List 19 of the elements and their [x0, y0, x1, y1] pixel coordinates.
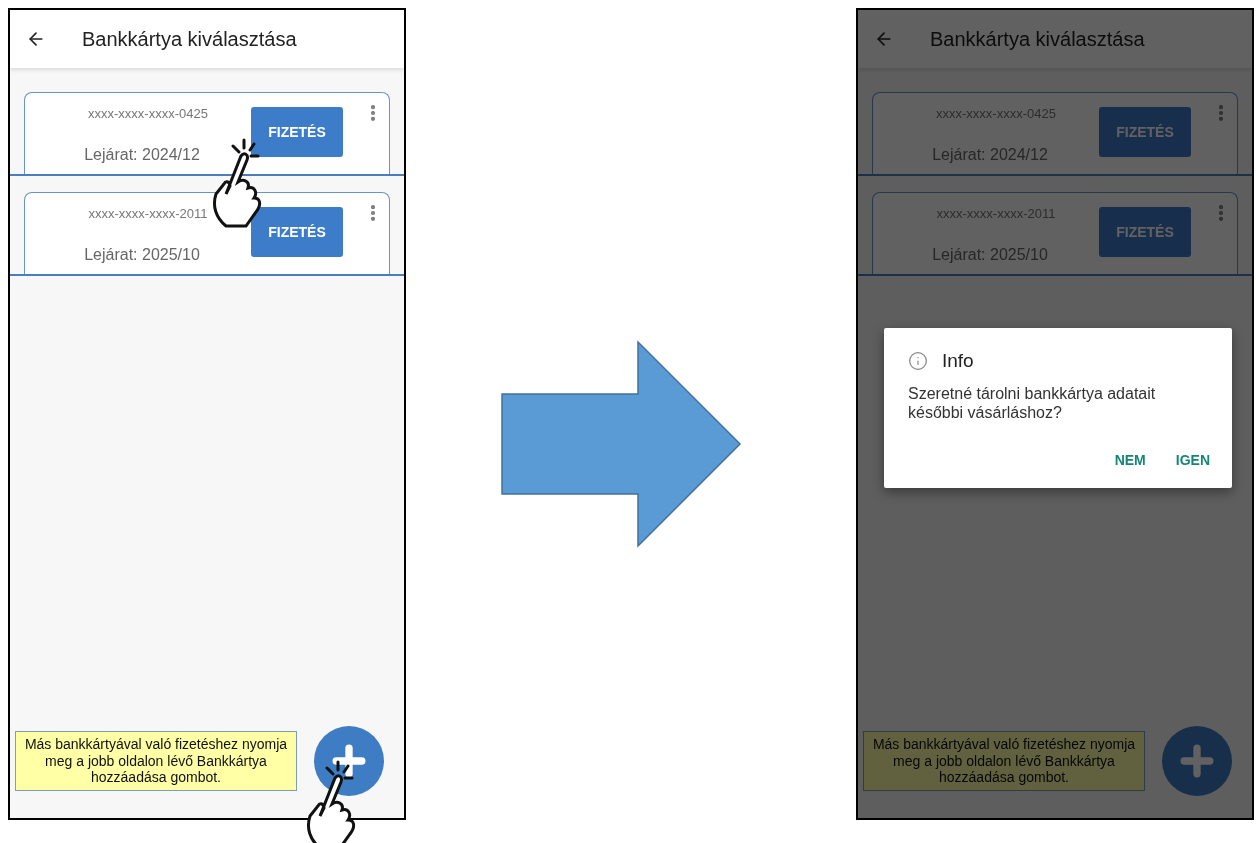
pay-button[interactable]: FIZETÉS	[1099, 207, 1191, 257]
pay-button[interactable]: FIZETÉS	[1099, 107, 1191, 157]
pay-button[interactable]: FIZETÉS	[251, 107, 343, 157]
hint-note: Más bankkártyával való fizetéshez nyomja meg a jobb oldalon lévő Bankkártya hozzáadása gombot.	[15, 730, 297, 792]
card-number: xxxx-xxxx-xxxx-0425	[88, 106, 208, 121]
dialog-action[interactable]: NEM	[1114, 452, 1146, 469]
card-expiry: Lejárat: 2025/10	[932, 246, 1048, 264]
info-icon	[908, 351, 928, 371]
card-expiry: Lejárat: 2024/12	[84, 146, 200, 164]
screen-title: Bankkártya kiválasztása	[930, 27, 1145, 51]
dialog-title: Info	[942, 350, 974, 372]
screen-title: Bankkártya kiválasztása	[82, 27, 297, 51]
dialog-message: Szeretné tárolni bankkártya adatait későbbi vásárláshoz?	[908, 384, 1157, 423]
dialog-action[interactable]: IGEN	[1175, 452, 1210, 469]
card-expiry: Lejárat: 2025/10	[84, 246, 200, 264]
pay-button[interactable]: FIZETÉS	[251, 207, 343, 257]
hint-note: Más bankkártyával való fizetéshez nyomja meg a jobb oldalon lévő Bankkártya hozzáadása gombot.	[863, 730, 1145, 792]
card-expiry: Lejárat: 2024/12	[932, 146, 1048, 164]
card-number: xxxx-xxxx-xxxx-2011	[88, 206, 208, 221]
